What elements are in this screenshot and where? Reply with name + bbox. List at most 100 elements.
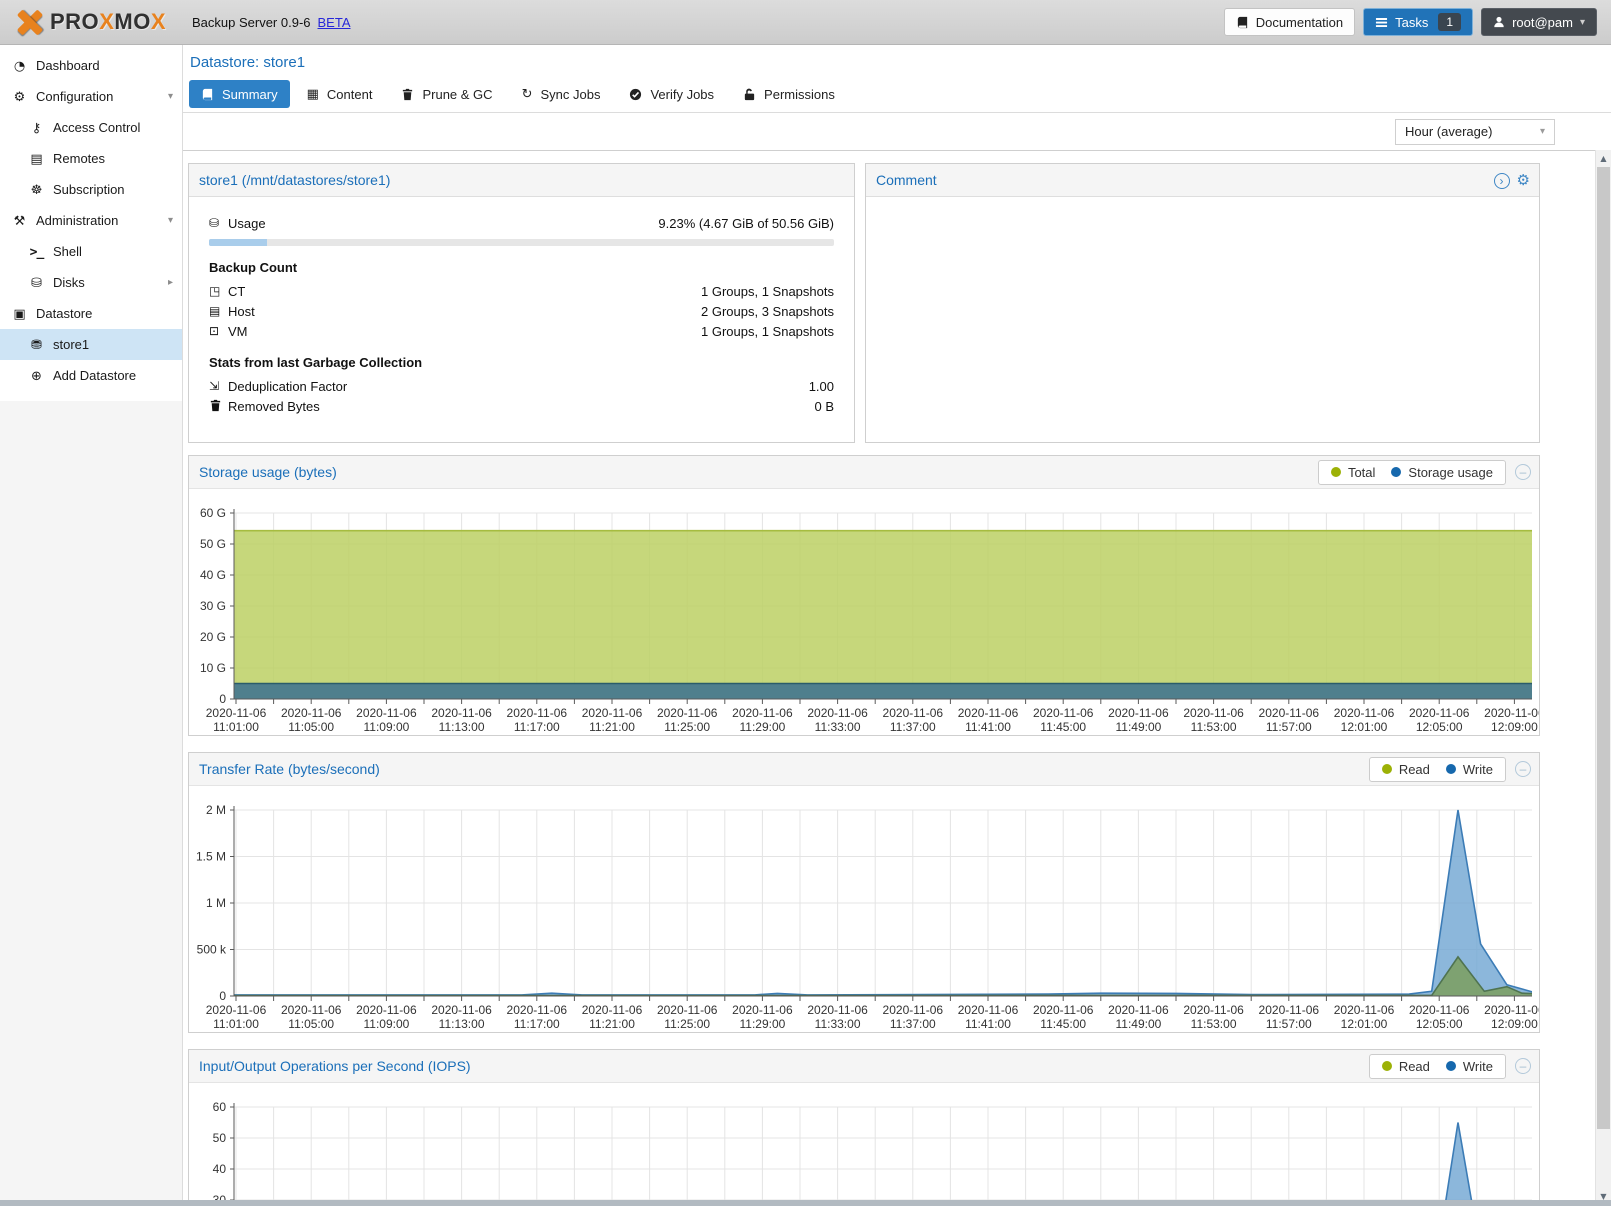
comment-panel: Comment › ⚙ — [865, 163, 1540, 443]
tab-summary[interactable]: Summary — [189, 80, 290, 108]
database-icon: ⛃ — [28, 337, 45, 353]
sidebar-item-configuration[interactable]: ⚙Configuration▾ — [0, 81, 182, 112]
svg-text:11:41:00: 11:41:00 — [965, 720, 1011, 734]
storage-usage-legend[interactable]: Total Storage usage — [1318, 460, 1506, 485]
cube-icon: ◳ — [209, 284, 228, 298]
svg-text:11:53:00: 11:53:00 — [1191, 1017, 1237, 1031]
ct-row: ◳CT1 Groups, 1 Snapshots — [209, 281, 834, 301]
host-row: ▤Host2 Groups, 3 Snapshots — [209, 301, 834, 321]
datastore-summary-panel: store1 (/mnt/datastores/store1) ⛁ Usage … — [188, 163, 855, 443]
svg-text:2020-11-06: 2020-11-06 — [206, 706, 267, 720]
svg-text:0: 0 — [219, 692, 226, 706]
trash-icon — [209, 399, 228, 415]
period-select[interactable]: Hour (average) ▾ — [1395, 119, 1555, 145]
legend-item-write[interactable]: Write — [1446, 762, 1493, 777]
sidebar-item-store1[interactable]: ⛃store1 — [0, 329, 182, 360]
svg-text:11:33:00: 11:33:00 — [815, 720, 861, 734]
sidebar-item-label: Disks — [53, 275, 85, 290]
svg-text:11:29:00: 11:29:00 — [739, 1017, 785, 1031]
legend-item-read[interactable]: Read — [1382, 1059, 1430, 1074]
tab-sync-jobs[interactable]: ↻Sync Jobs — [510, 80, 613, 108]
row-value: 1.00 — [809, 379, 834, 394]
sidebar-item-administration[interactable]: ⚒Administration▾ — [0, 205, 182, 236]
sidebar-item-access-control[interactable]: ⚷ Access Control — [0, 112, 182, 143]
legend-item-write[interactable]: Write — [1446, 1059, 1493, 1074]
vm-row: ⊡VM1 Groups, 1 Snapshots — [209, 321, 834, 341]
tab-permissions[interactable]: Permissions — [731, 80, 847, 108]
svg-text:2 M: 2 M — [206, 803, 226, 817]
tab-label: Permissions — [764, 87, 835, 102]
svg-text:11:05:00: 11:05:00 — [288, 1017, 334, 1031]
collapse-icon[interactable]: – — [1515, 1058, 1531, 1074]
key-icon: ⚷ — [28, 120, 45, 136]
svg-text:11:33:00: 11:33:00 — [815, 1017, 861, 1031]
svg-text:11:05:00: 11:05:00 — [288, 720, 334, 734]
iops-panel: Input/Output Operations per Second (IOPS… — [188, 1049, 1540, 1206]
gear-icon[interactable]: ⚙ — [1517, 171, 1530, 189]
transfer-rate-legend[interactable]: Read Write — [1369, 757, 1506, 782]
tab-content[interactable]: ▦Content — [295, 80, 385, 108]
legend-dot — [1382, 1061, 1392, 1071]
sidebar-item-label: Add Datastore — [53, 368, 136, 383]
tasks-count-badge: 1 — [1438, 13, 1461, 31]
scroll-up-icon[interactable]: ▲ — [1596, 150, 1611, 166]
tab-prune-gc[interactable]: Prune & GC — [389, 80, 504, 108]
tab-bar: Summary▦ContentPrune & GC↻Sync JobsVerif… — [183, 80, 1611, 113]
tasks-button[interactable]: Tasks 1 — [1363, 8, 1473, 36]
sidebar-item-shell[interactable]: >_Shell — [0, 236, 182, 267]
sidebar-item-datastore[interactable]: ▣Datastore — [0, 298, 182, 329]
sidebar-item-label: Subscription — [53, 182, 125, 197]
scrollbar-thumb[interactable] — [1597, 167, 1610, 1129]
top-bar: PROXMOX Backup Server 0.9-6 BETA Documen… — [0, 0, 1611, 45]
svg-text:2020-11-06: 2020-11-06 — [356, 1003, 417, 1017]
row-value: 2 Groups, 3 Snapshots — [701, 304, 834, 319]
sidebar-item-remotes[interactable]: ▤ Remotes — [0, 143, 182, 174]
svg-text:2020-11-06: 2020-11-06 — [657, 1003, 718, 1017]
legend-label: Write — [1463, 1059, 1493, 1074]
legend-item-read[interactable]: Read — [1382, 762, 1430, 777]
iops-legend[interactable]: Read Write — [1369, 1054, 1506, 1079]
sidebar-item-label: Access Control — [53, 120, 140, 135]
documentation-button[interactable]: Documentation — [1224, 8, 1355, 36]
storage-usage-panel: Storage usage (bytes) TotalStorage usage… — [188, 455, 1540, 736]
legend-label: Write — [1463, 762, 1493, 777]
unlock-icon — [743, 88, 756, 101]
tab-label: Sync Jobs — [540, 87, 600, 102]
expand-circle-icon[interactable]: › — [1494, 172, 1510, 189]
svg-text:2020-11-06: 2020-11-06 — [1183, 1003, 1244, 1017]
svg-text:20 G: 20 G — [200, 630, 226, 644]
svg-text:500 k: 500 k — [197, 943, 227, 957]
svg-text:2020-11-06: 2020-11-06 — [732, 706, 793, 720]
disks-icon: ⛁ — [28, 275, 45, 291]
wrench-icon: ⚒ — [11, 213, 28, 229]
svg-text:2020-11-06: 2020-11-06 — [1259, 1003, 1320, 1017]
svg-text:2020-11-06: 2020-11-06 — [1108, 706, 1169, 720]
sidebar-item-add-datastore[interactable]: ⊕Add Datastore — [0, 360, 182, 391]
svg-text:2020-11-06: 2020-11-06 — [431, 706, 492, 720]
sidebar-item-subscription[interactable]: ☸ Subscription — [0, 174, 182, 205]
list-lines-icon: ▤ — [28, 151, 45, 167]
svg-text:11:29:00: 11:29:00 — [739, 720, 785, 734]
svg-text:12:01:00: 12:01:00 — [1341, 1017, 1388, 1031]
vertical-scrollbar[interactable]: ▲ ▼ — [1595, 150, 1611, 1206]
legend-item-storage-usage[interactable]: Storage usage — [1391, 465, 1493, 480]
svg-text:1 M: 1 M — [206, 896, 226, 910]
sidebar-item-dashboard[interactable]: ◔Dashboard — [0, 50, 182, 81]
collapse-icon[interactable]: – — [1515, 464, 1531, 480]
sidebar-item-label: Remotes — [53, 151, 105, 166]
tab-verify-jobs[interactable]: Verify Jobs — [617, 80, 726, 108]
sidebar-item-disks[interactable]: ⛁Disks▸ — [0, 267, 182, 298]
backup-count-heading: Backup Count — [209, 260, 834, 275]
beta-link[interactable]: BETA — [318, 15, 351, 30]
user-menu-button[interactable]: root@pam ▾ — [1481, 8, 1597, 36]
lifering-icon: ☸ — [28, 182, 45, 198]
tab-label: Content — [327, 87, 373, 102]
svg-text:11:13:00: 11:13:00 — [439, 1017, 485, 1031]
svg-text:2020-11-06: 2020-11-06 — [1033, 706, 1094, 720]
sidebar-item-label: Administration — [36, 213, 118, 228]
comment-panel-body[interactable] — [866, 197, 1539, 442]
legend-item-total[interactable]: Total — [1331, 465, 1375, 480]
collapse-icon[interactable]: – — [1515, 761, 1531, 777]
legend-label: Read — [1399, 762, 1430, 777]
proxmox-logo: PROXMOX — [14, 6, 182, 38]
